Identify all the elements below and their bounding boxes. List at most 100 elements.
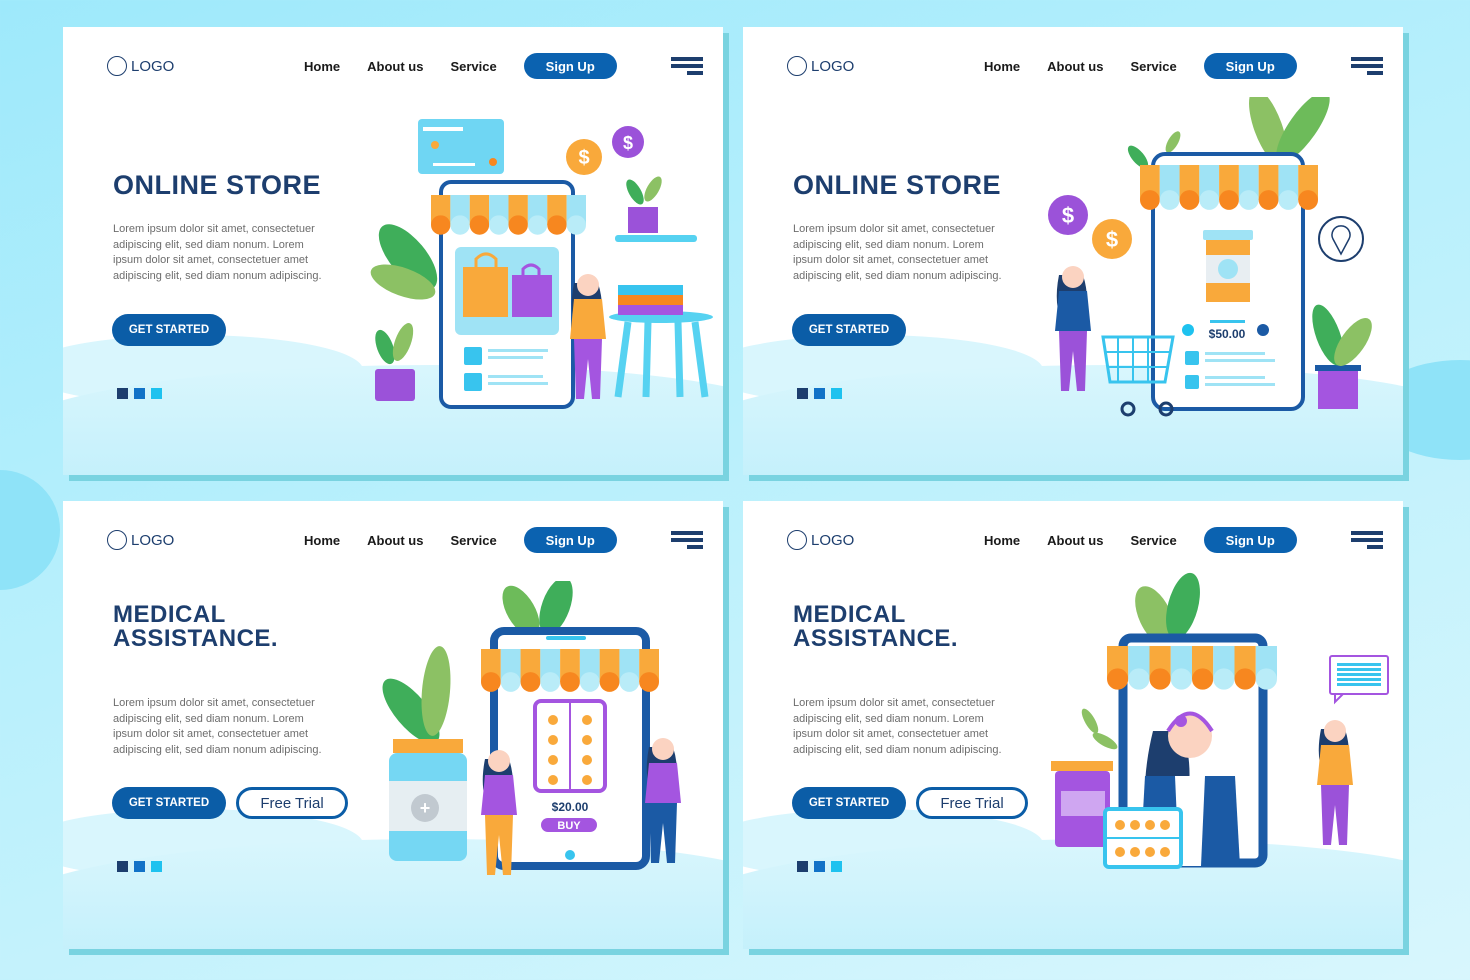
pagination-dot[interactable] <box>151 861 162 872</box>
description-line: Lorem ipsum dolor sit amet, consectetuer <box>793 223 995 235</box>
hero-title: MEDICAL ASSISTANCE. <box>113 603 278 651</box>
hero-title: ONLINE STORE <box>793 170 1002 200</box>
svg-text:$: $ <box>623 133 633 153</box>
location-pin-icon <box>1318 216 1364 262</box>
logo-text: LOGO <box>131 531 175 549</box>
logo[interactable]: LOGO <box>787 530 854 550</box>
hero-title: MEDICAL ASSISTANCE. <box>793 603 958 651</box>
shelf <box>615 235 697 242</box>
description-line: adipiscing elit, sed diam nonum adipisci… <box>793 743 1002 756</box>
pagination-dot[interactable] <box>797 861 808 872</box>
nav-link-service[interactable]: Service <box>450 533 496 548</box>
pagination-dot[interactable] <box>134 861 145 872</box>
nav-link-home[interactable]: Home <box>304 533 340 548</box>
storefront-phone-icon <box>431 180 586 409</box>
pagination-dots <box>117 388 162 399</box>
pagination-dot[interactable] <box>134 388 145 399</box>
sign-up-button[interactable]: Sign Up <box>523 527 617 553</box>
pagination-dot[interactable] <box>117 861 128 872</box>
logo-circle-icon <box>787 530 807 550</box>
nav-link-service[interactable]: Service <box>450 59 496 74</box>
nav-link-about[interactable]: About us <box>1047 533 1103 548</box>
plant-icon <box>1312 304 1372 409</box>
logo[interactable]: LOGO <box>787 56 854 76</box>
plant-icon <box>375 323 415 401</box>
hamburger-menu-icon[interactable] <box>671 529 703 551</box>
hero-title-line: MEDICAL <box>113 601 226 628</box>
person-figure <box>1055 266 1091 391</box>
svg-text:+: + <box>420 798 431 818</box>
logo-circle-icon <box>107 530 127 550</box>
logo-circle-icon <box>107 56 127 76</box>
hamburger-menu-icon[interactable] <box>1351 529 1383 551</box>
dollar-coin-icon: $ <box>566 139 602 175</box>
landing-page-card: LOGO Home About us Service Sign Up MEDIC… <box>743 501 1403 949</box>
hero-illustration <box>1035 571 1403 896</box>
get-started-button[interactable]: GET STARTED <box>112 787 226 819</box>
person-figure <box>1317 720 1353 845</box>
nav-links: Home About us Service Sign Up <box>984 53 1297 79</box>
price-label: $20.00 <box>552 800 589 814</box>
logo[interactable]: LOGO <box>107 56 174 76</box>
get-started-button[interactable]: GET STARTED <box>792 787 906 819</box>
logo[interactable]: LOGO <box>107 530 174 550</box>
description-line: adipiscing elit, sed diam nonum. Lorem <box>113 238 304 251</box>
nav-link-about[interactable]: About us <box>367 59 423 74</box>
pagination-dot[interactable] <box>797 388 808 399</box>
pagination-dot[interactable] <box>151 388 162 399</box>
medicine-jar-icon: + <box>389 739 467 861</box>
pagination-dot[interactable] <box>117 388 128 399</box>
description-line: adipiscing elit, sed diam nonum. Lorem <box>793 712 984 725</box>
logo-text: LOGO <box>811 531 855 549</box>
hamburger-menu-icon[interactable] <box>1351 55 1383 77</box>
person-figure <box>645 738 681 863</box>
dollar-coin-icon: $ <box>1048 195 1088 235</box>
navbar: LOGO Home About us Service Sign Up <box>107 51 703 81</box>
landing-page-card: LOGO Home About us Service Sign Up MEDIC… <box>63 501 723 949</box>
free-trial-button[interactable]: Free Trial <box>236 787 348 819</box>
landing-page-card: LOGO Home About us Service Sign Up ONLIN… <box>63 27 723 475</box>
hero-illustration: $20.00 BUY + <box>381 577 721 896</box>
nav-link-home[interactable]: Home <box>984 59 1020 74</box>
description-line: adipiscing elit, sed diam nonum. Lorem <box>793 238 984 251</box>
sign-up-button[interactable]: Sign Up <box>1203 527 1297 553</box>
description-line: Lorem ipsum dolor sit amet, consectetuer <box>113 223 315 235</box>
table-icon <box>609 311 713 398</box>
dollar-coin-icon: $ <box>612 126 644 158</box>
navbar: LOGO Home About us Service Sign Up <box>787 525 1383 555</box>
hero-description: Lorem ipsum dolor sit amet, consectetuer… <box>113 222 363 284</box>
get-started-button[interactable]: GET STARTED <box>792 314 906 346</box>
hamburger-menu-icon[interactable] <box>671 55 703 77</box>
hero-title: ONLINE STORE <box>113 170 322 200</box>
pagination-dot[interactable] <box>831 861 842 872</box>
pagination-dot[interactable] <box>814 388 825 399</box>
nav-link-about[interactable]: About us <box>367 533 423 548</box>
hero-description: Lorem ipsum dolor sit amet, consectetuer… <box>113 696 363 758</box>
nav-links: Home About us Service Sign Up <box>984 527 1297 553</box>
chat-bubble-icon <box>1329 655 1389 705</box>
description-line: Lorem ipsum dolor sit amet, consectetuer <box>793 697 995 709</box>
sign-up-button[interactable]: Sign Up <box>1203 53 1297 79</box>
nav-link-home[interactable]: Home <box>984 533 1020 548</box>
sign-up-button[interactable]: Sign Up <box>523 53 617 79</box>
free-trial-button[interactable]: Free Trial <box>916 787 1028 819</box>
nav-link-service[interactable]: Service <box>1130 59 1176 74</box>
hero-title-line: ONLINE STORE <box>113 170 322 200</box>
person-figure <box>570 274 606 399</box>
navbar: LOGO Home About us Service Sign Up <box>787 51 1383 81</box>
pagination-dot[interactable] <box>831 388 842 399</box>
dollar-coin-icon: $ <box>1092 219 1132 259</box>
pagination-dot[interactable] <box>814 861 825 872</box>
logo-text: LOGO <box>131 57 175 75</box>
logo-text: LOGO <box>811 57 855 75</box>
plant-icon <box>626 176 662 233</box>
price-label: $50.00 <box>1209 327 1246 341</box>
nav-link-home[interactable]: Home <box>304 59 340 74</box>
description-line: ipsum dolor sit amet, consectetuer amet <box>113 254 309 266</box>
nav-link-service[interactable]: Service <box>1130 533 1176 548</box>
hero-title-line: ASSISTANCE. <box>113 625 279 652</box>
nav-link-about[interactable]: About us <box>1047 59 1103 74</box>
hero-title-line: ONLINE STORE <box>793 170 1002 200</box>
description-line: ipsum dolor sit amet, consectetuer amet <box>793 254 989 266</box>
get-started-button[interactable]: GET STARTED <box>112 314 226 346</box>
